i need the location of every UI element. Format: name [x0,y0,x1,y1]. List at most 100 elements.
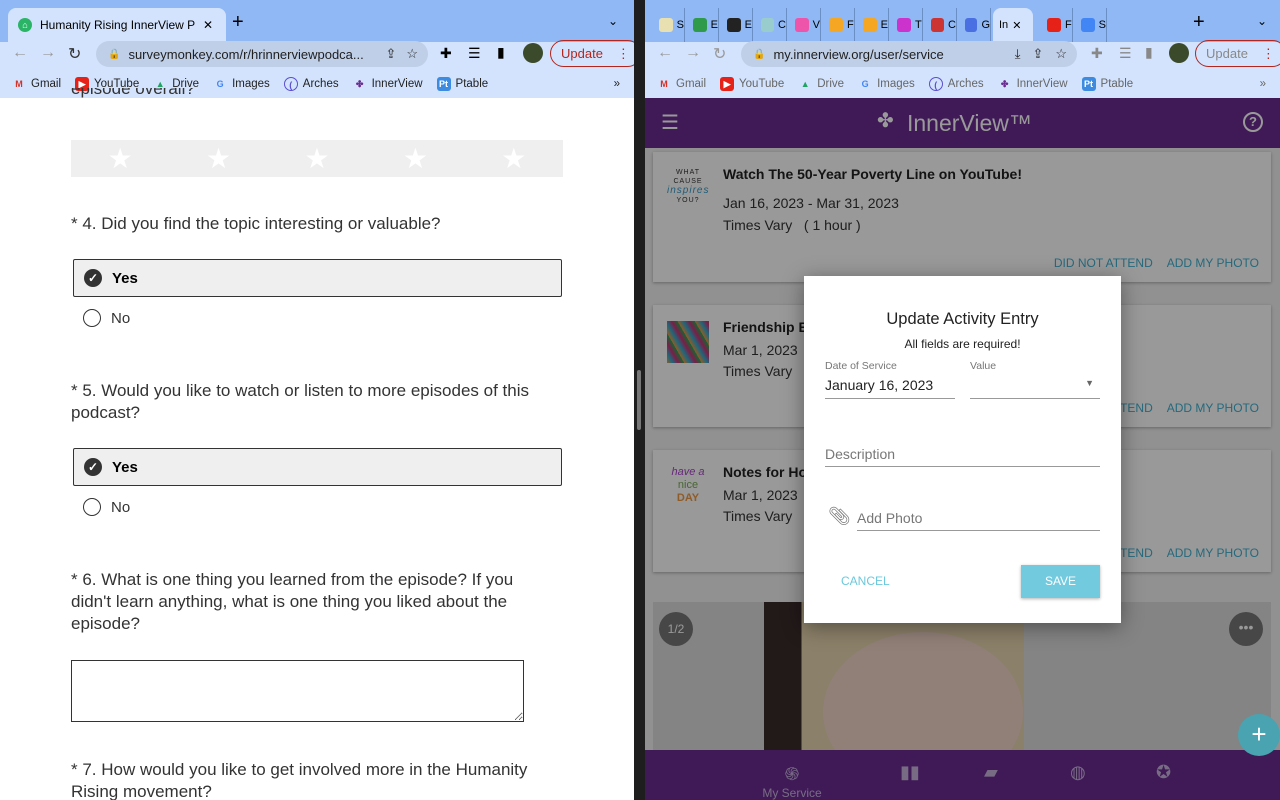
forward-button[interactable]: → [685,44,701,62]
bookmark-arches[interactable]: (Arches [928,77,984,91]
reload-button[interactable]: ↻ [713,44,726,64]
browser-tab[interactable]: C [925,8,957,42]
tab-favicon-icon [659,18,673,32]
media-icon[interactable]: ☰ [468,45,481,62]
cancel-button[interactable]: CANCEL [841,574,890,588]
address-bar[interactable]: 🔒 surveymonkey.com/r/hrinnerviewpodca...… [96,41,428,67]
q4-option-yes[interactable]: ✓ Yes [73,259,562,297]
browser-tab[interactable]: C [755,8,787,42]
drive-icon: ▲ [800,79,810,89]
save-button[interactable]: SAVE [1021,565,1100,598]
browser-tab[interactable]: E [857,8,889,42]
tab-favicon-icon [829,18,843,32]
bookmark-youtube[interactable]: ▶ YouTube [720,77,784,91]
browser-tab[interactable]: V [789,8,821,42]
q5-option-no[interactable]: No [83,498,130,516]
gmail-icon: M [15,79,23,89]
bookmark-ptable[interactable]: Pt Ptable [1081,77,1133,91]
divider-handle[interactable] [637,370,641,430]
paperclip-icon[interactable]: 📎︎ [828,506,851,527]
q5-option-yes[interactable]: ✓ Yes [73,448,562,486]
more-bookmarks-icon[interactable]: » [1260,78,1266,90]
dialog-subtitle: All fields are required! [904,337,1021,351]
update-button[interactable]: Update ⋮ [550,40,634,67]
value-select[interactable]: ▼ [970,374,1100,398]
more-bookmarks-icon[interactable]: » [614,78,620,90]
bookmark-innerview[interactable]: ✤ InnerView [998,77,1068,91]
profile-avatar[interactable] [1169,43,1189,63]
tab-favicon-icon [1081,18,1095,32]
question-7: * 7. How would you like to get involved … [71,760,528,800]
left-browser-window: ⌂ Humanity Rising InnerView Pod ✕ + ⌄ ← … [0,0,634,800]
forward-button[interactable]: → [40,44,56,62]
tab-favicon-icon [727,18,741,32]
extensions-icon[interactable]: ✚ [1091,45,1103,62]
bookmark-star-icon[interactable]: ☆ [1055,46,1067,62]
address-bar[interactable]: 🔒 my.innerview.org/user/service ⤓ ⇪ ☆ [741,41,1077,67]
dropdown-arrow-icon: ▼ [1085,378,1094,388]
back-button[interactable]: ← [657,44,673,62]
tab-strip: ⌂ Humanity Rising InnerView Pod ✕ + ⌄ [0,0,634,42]
tab-strip: S E E C V F E T C G In ✕ F S + ⌄ [645,0,1280,42]
reload-button[interactable]: ↻ [68,44,81,64]
bookmark-drive[interactable]: ▲ Drive [798,77,844,91]
back-button[interactable]: ← [12,44,28,62]
add-fab-button[interactable]: + [1238,714,1280,756]
side-panel-icon[interactable]: ▮ [497,44,505,61]
star-rating[interactable]: ★ ★ ★ ★ ★ [71,140,563,177]
share-icon[interactable]: ⇪ [385,46,396,62]
gmail-icon: M [660,79,668,89]
install-icon[interactable]: ⤓ [1015,46,1021,62]
star-icon[interactable]: ★ [501,142,526,175]
bookmark-gmail[interactable]: M Gmail [657,77,706,91]
date-of-service-field[interactable]: January 16, 2023 [825,377,933,393]
browser-tab[interactable]: E [687,8,719,42]
browser-tab[interactable]: T [891,8,923,42]
youtube-icon: ▶ [720,77,735,91]
tab-search-chevron-icon[interactable]: ⌄ [608,14,618,28]
browser-tab[interactable]: In ✕ [993,8,1033,42]
radio-icon [83,498,101,516]
star-icon[interactable]: ★ [108,142,133,175]
menu-icon[interactable]: ⋮ [1262,46,1275,62]
tab-surveymonkey[interactable]: ⌂ Humanity Rising InnerView Pod ✕ [8,8,226,42]
star-icon[interactable]: ★ [206,142,231,175]
dialog-title: Update Activity Entry [886,310,1039,328]
innerview-icon: ✤ [1000,79,1009,89]
share-icon[interactable]: ⇪ [1032,46,1043,62]
question-6: * 6. What is one thing you learned from … [71,570,514,633]
star-icon[interactable]: ★ [403,142,428,175]
q4-option-no[interactable]: No [83,309,130,327]
bookmark-images[interactable]: G Images [858,77,915,91]
tab-favicon-icon [897,18,911,32]
tab-search-chevron-icon[interactable]: ⌄ [1257,14,1267,28]
update-activity-dialog: Update Activity Entry All fields are req… [804,276,1121,623]
browser-tab[interactable]: S [653,8,685,42]
star-icon[interactable]: ★ [304,142,329,175]
browser-tab[interactable]: E [721,8,753,42]
arches-icon: ( [928,77,943,91]
new-tab-button[interactable]: + [1193,11,1205,34]
description-input[interactable]: Description [825,446,895,462]
profile-avatar[interactable] [523,43,543,63]
menu-icon[interactable]: ⋮ [617,46,630,62]
browser-tab[interactable]: G [959,8,991,42]
new-tab-button[interactable]: + [232,11,244,34]
bookmark-gmail[interactable]: M Gmail [12,77,61,91]
q6-answer-textarea[interactable] [71,660,524,722]
add-photo-input[interactable]: Add Photo [857,510,922,526]
browser-tab[interactable]: S [1075,8,1107,42]
update-button[interactable]: Update ⋮ [1195,40,1280,67]
close-tab-icon[interactable]: ✕ [203,18,213,32]
browser-tab[interactable]: F [1041,8,1073,42]
check-icon: ✓ [84,458,102,476]
browser-tab[interactable]: F [823,8,855,42]
bookmark-star-icon[interactable]: ☆ [406,46,418,62]
media-icon[interactable]: ☰ [1119,45,1132,62]
extensions-icon[interactable]: ✚ [440,45,452,62]
side-panel-icon[interactable]: ▮ [1145,44,1153,61]
question-5: * 5. Would you like to watch or listen t… [71,381,529,422]
tab-favicon-icon [761,18,775,32]
close-tab-icon[interactable]: ✕ [1012,19,1021,32]
tab-favicon-icon [795,18,809,32]
